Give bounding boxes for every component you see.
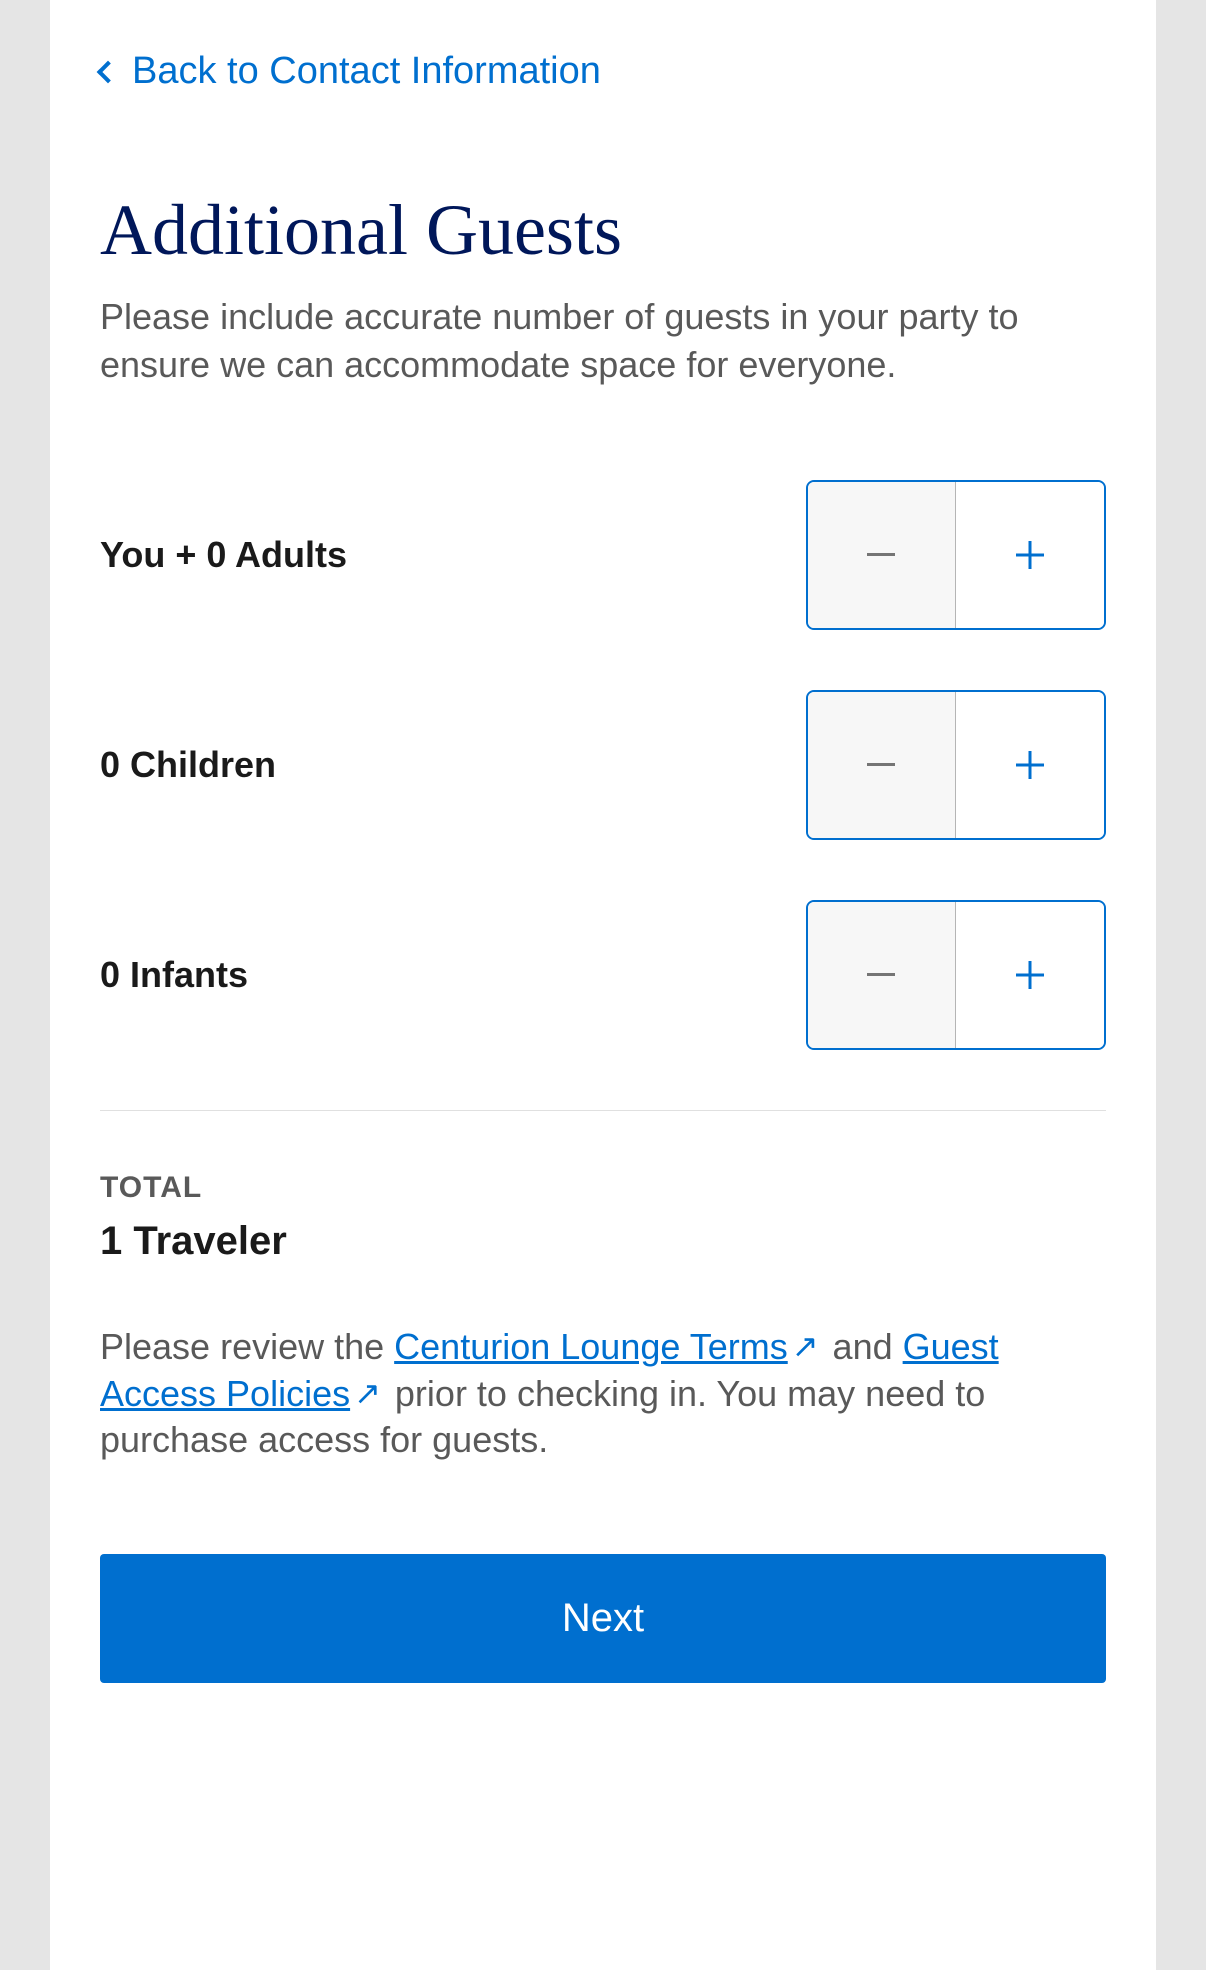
infants-decrement-button[interactable] xyxy=(806,900,956,1050)
children-stepper-row: 0 Children xyxy=(100,690,1106,840)
infants-stepper xyxy=(806,900,1106,1050)
external-link-icon: ↗ xyxy=(354,1373,381,1415)
children-increment-button[interactable] xyxy=(956,692,1104,838)
adults-stepper-label: You + 0 Adults xyxy=(100,534,347,576)
disclosure-text: Please review the Centurion Lounge Terms… xyxy=(100,1324,1106,1464)
minus-icon xyxy=(867,973,895,976)
disclosure-prefix: Please review the xyxy=(100,1326,394,1367)
page-description: Please include accurate number of guests… xyxy=(100,293,1106,390)
adults-increment-button[interactable] xyxy=(956,482,1104,628)
chevron-left-icon xyxy=(97,60,120,83)
centurion-lounge-terms-link[interactable]: Centurion Lounge Terms xyxy=(394,1326,788,1367)
plus-icon xyxy=(1016,961,1044,989)
children-stepper-label: 0 Children xyxy=(100,744,276,786)
total-value: 1 Traveler xyxy=(100,1219,1106,1264)
children-stepper xyxy=(806,690,1106,840)
minus-icon xyxy=(867,763,895,766)
infants-stepper-label: 0 Infants xyxy=(100,954,248,996)
back-link[interactable]: Back to Contact Information xyxy=(100,50,1106,93)
total-label: TOTAL xyxy=(100,1171,1106,1205)
minus-icon xyxy=(867,553,895,556)
plus-icon xyxy=(1016,541,1044,569)
adults-stepper-row: You + 0 Adults xyxy=(100,480,1106,630)
plus-icon xyxy=(1016,751,1044,779)
infants-stepper-row: 0 Infants xyxy=(100,900,1106,1050)
infants-increment-button[interactable] xyxy=(956,902,1104,1048)
main-content: Back to Contact Information Additional G… xyxy=(50,0,1156,1970)
back-link-label: Back to Contact Information xyxy=(132,50,601,93)
divider xyxy=(100,1110,1106,1111)
page-title: Additional Guests xyxy=(100,193,1106,269)
next-button[interactable]: Next xyxy=(100,1554,1106,1683)
children-decrement-button[interactable] xyxy=(806,690,956,840)
disclosure-middle: and xyxy=(823,1326,903,1367)
adults-decrement-button[interactable] xyxy=(806,480,956,630)
adults-stepper xyxy=(806,480,1106,630)
external-link-icon: ↗ xyxy=(792,1326,819,1368)
